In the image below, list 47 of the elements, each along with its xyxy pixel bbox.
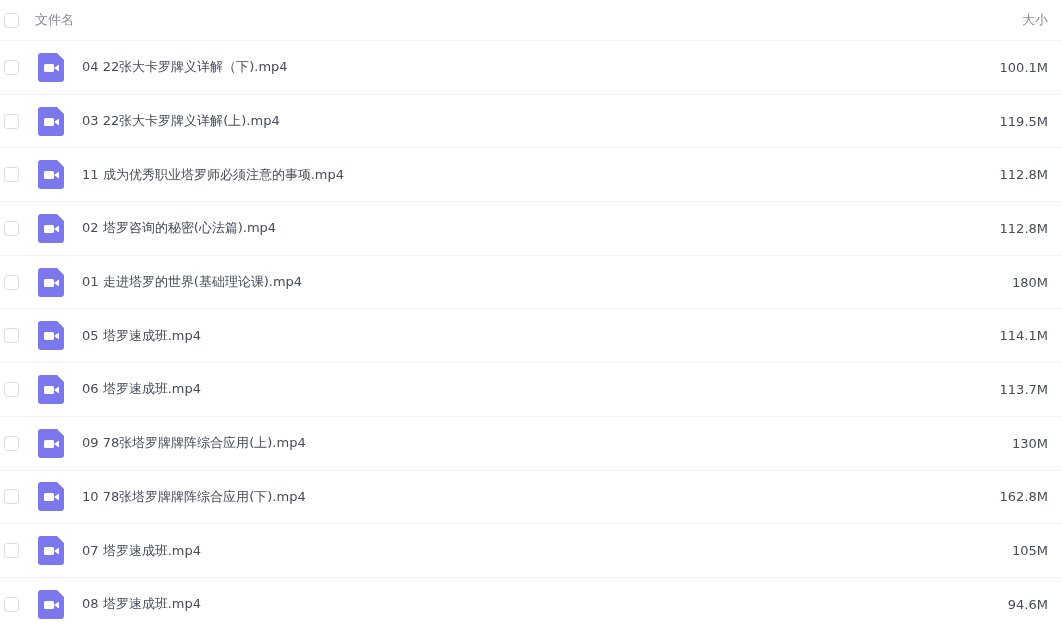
video-file-icon: [38, 374, 64, 404]
file-size: 162.8M: [999, 489, 1048, 505]
file-size: 100.1M: [999, 59, 1048, 75]
column-header[interactable]: 文件名: [35, 11, 1022, 29]
video-file-icon: [38, 160, 64, 190]
file-size: 112.8M: [999, 220, 1048, 236]
row-checkbox[interactable]: [4, 167, 19, 183]
file-size: 105M: [1011, 543, 1048, 559]
video-file-icon: [38, 52, 64, 82]
file-name[interactable]: 02 塔罗咨询的秘密(心法篇).mp4: [82, 219, 1000, 238]
file-name[interactable]: 05 塔罗速成班.mp4: [82, 326, 1000, 345]
video-file-icon: [38, 482, 64, 512]
file-size: 114.1M: [999, 328, 1048, 344]
file-name[interactable]: 07 塔罗速成班.mp4: [82, 541, 1012, 560]
video-file-icon: [38, 106, 64, 136]
row-checkbox[interactable]: [4, 543, 19, 559]
row-checkbox[interactable]: [4, 328, 19, 344]
video-file-icon: [38, 589, 64, 619]
file-size: 180M: [1011, 274, 1048, 290]
video-file-icon: [38, 536, 64, 566]
row-checkbox[interactable]: [4, 381, 19, 397]
file-name[interactable]: 04 22张大卡罗牌义详解（下).mp4: [82, 58, 1000, 77]
row-checkbox[interactable]: [4, 220, 19, 236]
video-file-icon: [38, 321, 64, 351]
file-name[interactable]: 03 22张大卡罗牌义详解(上).mp4: [82, 112, 1000, 131]
row-checkbox[interactable]: [4, 274, 19, 290]
video-file-icon: [38, 213, 64, 243]
file-name[interactable]: 09 78张塔罗牌牌阵综合应用(上).mp4: [82, 434, 1012, 453]
file-name[interactable]: 08 塔罗速成班.mp4: [82, 595, 1008, 614]
file-name[interactable]: 01 走进塔罗的世界(基础理论课).mp4: [82, 273, 1012, 292]
row-checkbox[interactable]: [4, 596, 19, 612]
row-checkbox[interactable]: [4, 435, 19, 451]
file-size: 94.6M: [1007, 596, 1048, 612]
file-size: 112.8M: [999, 167, 1048, 183]
video-file-icon: [38, 267, 64, 297]
file-name[interactable]: 06 塔罗速成班.mp4: [82, 380, 1000, 399]
row-checkbox[interactable]: [4, 489, 19, 505]
row-checkbox[interactable]: [4, 113, 19, 129]
file-size: 130M: [1011, 435, 1048, 451]
video-file-icon: [38, 428, 64, 458]
file-name[interactable]: 10 78张塔罗牌牌阵综合应用(下).mp4: [82, 487, 1000, 506]
file-name[interactable]: 11 成为优秀职业塔罗师必须注意的事项.mp4: [82, 165, 1000, 184]
column-header[interactable]: 大小: [1022, 11, 1048, 29]
file-size: 113.7M: [999, 381, 1048, 397]
file-size: 119.5M: [999, 113, 1048, 129]
select-all-checkbox[interactable]: [4, 12, 19, 28]
row-checkbox[interactable]: [4, 59, 19, 75]
